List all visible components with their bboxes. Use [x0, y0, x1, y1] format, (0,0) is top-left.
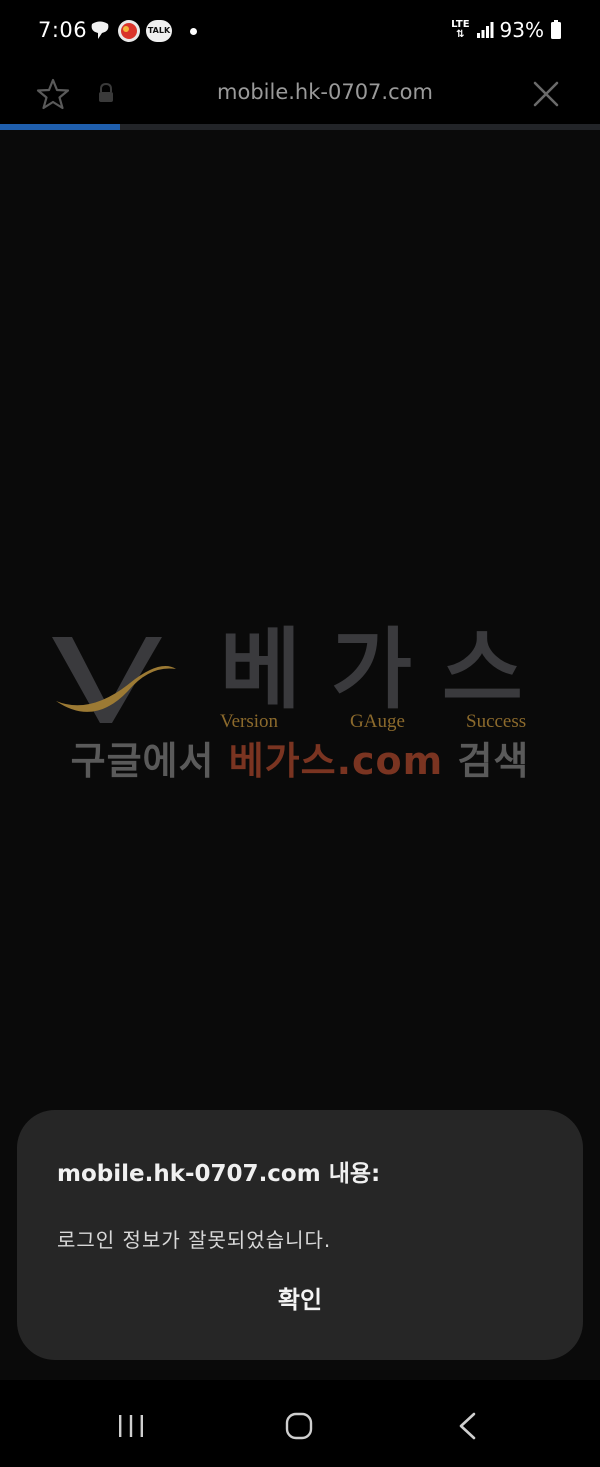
app-badge-icon: [118, 20, 140, 42]
url-bar[interactable]: mobile.hk-0707.com: [140, 80, 510, 104]
signal-icon: [476, 22, 494, 38]
system-nav-bar: [0, 1385, 600, 1467]
battery-icon: [551, 20, 561, 39]
alert-dialog: mobile.hk-0707.com 내용: 로그인 정보가 잘못되었습니다. …: [17, 1110, 583, 1360]
close-icon[interactable]: [530, 78, 562, 110]
v-logo-icon: [52, 637, 176, 723]
home-icon[interactable]: [284, 1411, 314, 1441]
dialog-title: mobile.hk-0707.com 내용:: [57, 1161, 381, 1187]
dot-icon: [190, 27, 197, 35]
kakaotalk-label: TALK: [147, 26, 171, 35]
star-icon[interactable]: [35, 78, 71, 110]
promo-text: 구글에서 베가스.com 검색: [0, 730, 600, 785]
chat-bubble-icon: [91, 21, 109, 39]
back-icon[interactable]: [456, 1411, 478, 1441]
notification-icons: TALK: [88, 18, 197, 44]
lte-icon: LTE ⇅: [451, 19, 470, 40]
network-label: LTE: [451, 19, 470, 30]
status-right: LTE ⇅ 93%: [451, 18, 562, 42]
browser-toolbar: mobile.hk-0707.com: [0, 62, 600, 124]
battery-percent: 93%: [499, 18, 544, 42]
dialog-message: 로그인 정보가 잘못되었습니다.: [57, 1228, 332, 1252]
logo-korean-text: 베가스: [220, 618, 553, 721]
kakaotalk-icon: TALK: [146, 20, 172, 42]
promo-highlight: 베가스.com: [228, 739, 444, 783]
dialog-ok-button[interactable]: 확인: [250, 1278, 350, 1322]
status-bar: 7:06 TALK LTE ⇅ 93%: [0, 0, 600, 62]
recent-apps-icon[interactable]: [116, 1413, 146, 1439]
promo-suffix: 검색: [443, 739, 530, 783]
lock-icon: [99, 83, 113, 102]
status-time: 7:06: [38, 18, 88, 42]
promo-prefix: 구글에서: [70, 739, 229, 783]
